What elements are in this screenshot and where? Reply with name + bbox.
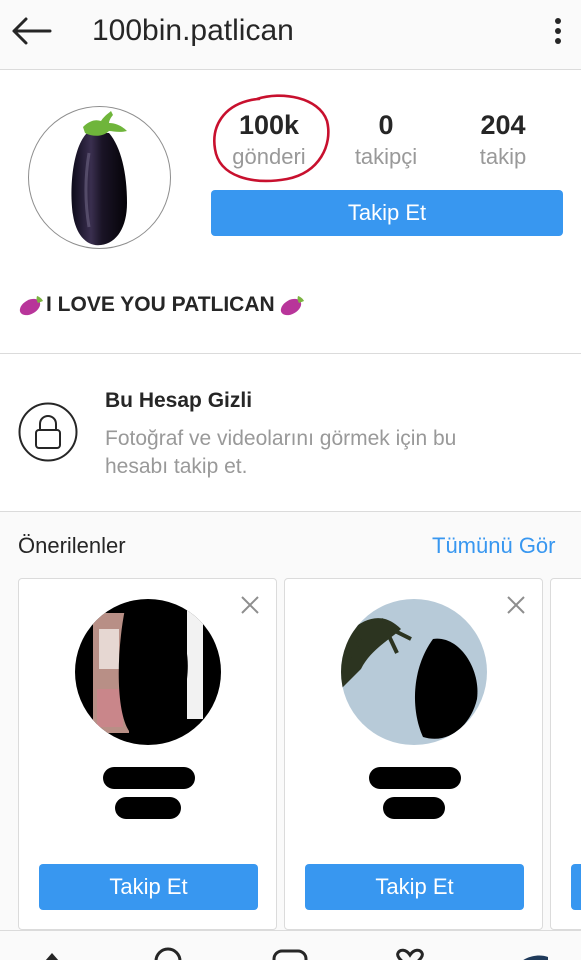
redacted-username bbox=[369, 767, 461, 819]
top-bar: 100bin.patlican bbox=[0, 0, 581, 70]
stat-following[interactable]: 204 takip bbox=[443, 108, 563, 172]
divider bbox=[0, 353, 581, 354]
bio-text: I LOVE YOU PATLICAN bbox=[46, 293, 275, 316]
profile-avatar[interactable] bbox=[28, 106, 171, 249]
stat-posts: 100k gönderi bbox=[209, 108, 329, 172]
profile-bio: I LOVE YOU PATLICAN bbox=[18, 290, 307, 320]
profile-icon[interactable] bbox=[508, 939, 552, 960]
redacted-username bbox=[103, 767, 195, 819]
followers-count: 0 bbox=[378, 110, 394, 140]
see-all-link[interactable]: Tümünü Gör bbox=[432, 531, 556, 561]
stat-followers[interactable]: 0 takipçi bbox=[326, 108, 446, 172]
private-account-description: Fotoğraf ve videolarını görmek için bu h… bbox=[105, 427, 457, 478]
follow-button[interactable]: Takip Et bbox=[211, 190, 563, 236]
arrow-left-icon[interactable] bbox=[10, 14, 54, 48]
home-icon[interactable] bbox=[30, 939, 74, 960]
bottom-nav bbox=[0, 930, 581, 960]
following-count: 204 bbox=[480, 110, 526, 140]
followers-label: takipçi bbox=[354, 144, 418, 169]
add-icon[interactable] bbox=[268, 939, 312, 960]
suggestion-avatar[interactable] bbox=[75, 599, 221, 745]
suggestion-card-partial[interactable] bbox=[550, 578, 581, 930]
posts-label: gönderi bbox=[232, 144, 306, 169]
redacted-photo bbox=[341, 599, 487, 745]
eggplant-emoji-icon bbox=[280, 296, 304, 316]
suggestion-avatar[interactable] bbox=[341, 599, 487, 745]
eggplant-image bbox=[71, 111, 127, 246]
close-icon[interactable] bbox=[506, 595, 526, 615]
close-icon[interactable] bbox=[240, 595, 260, 615]
eggplant-emoji-icon bbox=[19, 296, 43, 316]
heart-icon[interactable] bbox=[388, 939, 432, 960]
follow-suggestion-button[interactable]: Takip Et bbox=[305, 864, 524, 910]
follow-suggestion-button[interactable] bbox=[571, 864, 581, 910]
lock-icon bbox=[18, 402, 78, 462]
search-icon[interactable] bbox=[146, 939, 190, 960]
suggestion-card[interactable]: Takip Et bbox=[284, 578, 543, 930]
following-label: takip bbox=[479, 144, 527, 169]
posts-count: 100k bbox=[238, 110, 300, 140]
suggestions-title: Önerilenler bbox=[18, 533, 126, 558]
follow-suggestion-button[interactable]: Takip Et bbox=[39, 864, 258, 910]
profile-username: 100bin.patlican bbox=[92, 14, 294, 47]
redacted-photo bbox=[75, 599, 221, 745]
more-vertical-icon[interactable] bbox=[548, 14, 568, 48]
suggestion-card[interactable]: Takip Et bbox=[18, 578, 277, 930]
private-account-title: Bu Hesap Gizli bbox=[105, 389, 253, 412]
